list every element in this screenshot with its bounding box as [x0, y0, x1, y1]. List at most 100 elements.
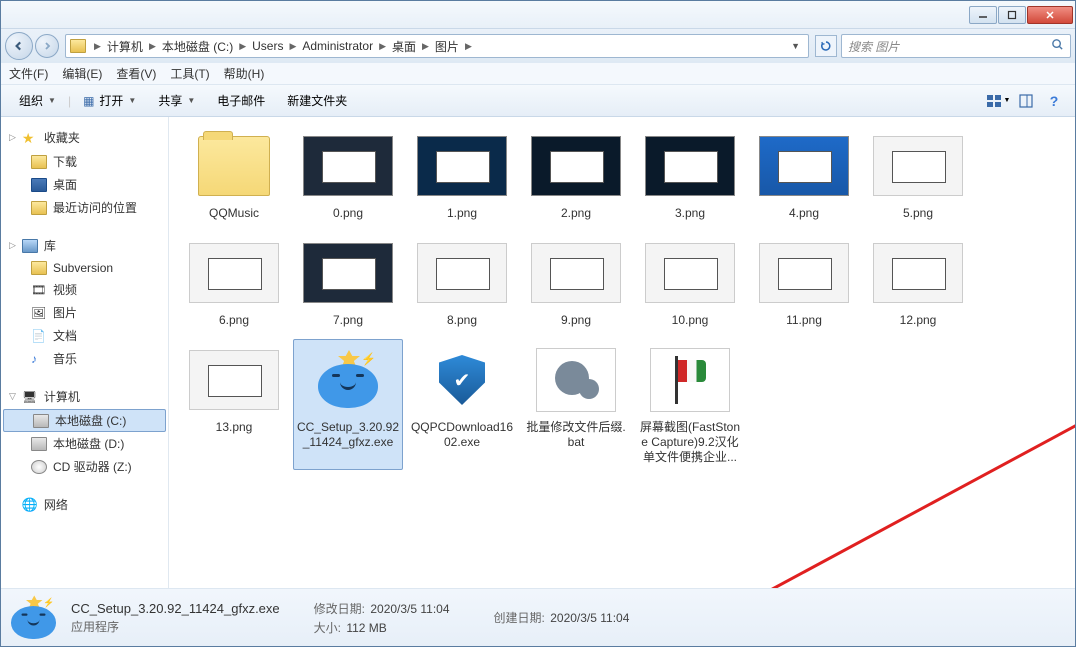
file-item[interactable]: 2.png	[521, 125, 631, 226]
toolbar-open[interactable]: ▦打开▼	[73, 88, 146, 113]
maximize-button[interactable]	[998, 6, 1026, 24]
sidebar-subversion[interactable]: Subversion	[1, 258, 168, 278]
close-button[interactable]	[1027, 6, 1073, 24]
details-filename: CC_Setup_3.20.92_11424_gfxz.exe	[71, 601, 280, 616]
breadcrumb-administrator[interactable]: Administrator	[300, 39, 375, 53]
sidebar-videos[interactable]: 🎞视频	[1, 278, 168, 301]
details-modified: 2020/3/5 11:04	[370, 602, 449, 616]
file-item[interactable]: 1.png	[407, 125, 517, 226]
sidebar-computer-header[interactable]: ▽🖥计算机	[1, 384, 168, 409]
folder-icon	[31, 261, 47, 275]
sidebar-drive-c[interactable]: 本地磁盘 (C:)	[3, 409, 166, 432]
cd-icon	[31, 460, 47, 474]
file-thumbnail	[756, 130, 852, 202]
file-thumbnail	[300, 237, 396, 309]
address-bar[interactable]: ▶ 计算机▶ 本地磁盘 (C:)▶ Users▶ Administrator▶ …	[65, 34, 809, 58]
nav-buttons	[5, 32, 61, 60]
file-item[interactable]: 6.png	[179, 232, 289, 333]
toolbar-email[interactable]: 电子邮件	[207, 88, 275, 113]
file-item[interactable]: 0.png	[293, 125, 403, 226]
sidebar-network-header[interactable]: ▷🌐网络	[1, 492, 168, 517]
file-label: 9.png	[561, 313, 591, 328]
sidebar-drive-cd[interactable]: CD 驱动器 (Z:)	[1, 455, 168, 478]
file-item[interactable]: QQMusic	[179, 125, 289, 226]
help-button[interactable]: ?	[1041, 89, 1067, 113]
breadcrumb-users[interactable]: Users	[250, 39, 285, 53]
file-item[interactable]: 9.png	[521, 232, 631, 333]
menubar: 文件(F) 编辑(E) 查看(V) 工具(T) 帮助(H)	[1, 63, 1075, 85]
breadcrumb-pictures[interactable]: 图片	[433, 38, 461, 55]
file-label: 12.png	[900, 313, 937, 328]
breadcrumb-desktop[interactable]: 桌面	[390, 38, 418, 55]
file-label: 11.png	[786, 313, 822, 328]
toolbar-share[interactable]: 共享▼	[148, 88, 205, 113]
file-label: 批量修改文件后缀.bat	[524, 420, 628, 450]
forward-button[interactable]	[35, 34, 59, 58]
details-pane: ⚡ CC_Setup_3.20.92_11424_gfxz.exe 应用程序 修…	[1, 588, 1075, 646]
file-thumbnail	[186, 237, 282, 309]
search-placeholder: 搜索 图片	[848, 38, 899, 55]
sidebar-drive-d[interactable]: 本地磁盘 (D:)	[1, 432, 168, 455]
video-icon: 🎞	[31, 283, 47, 297]
file-item[interactable]: 3.png	[635, 125, 745, 226]
sidebar: ▷★收藏夹 下载 桌面 最近访问的位置 ▷库 Subversion 🎞视频 🖼图…	[1, 117, 169, 588]
file-item[interactable]: 7.png	[293, 232, 403, 333]
file-item[interactable]: 屏幕截图(FastStone Capture)9.2汉化单文件便携企业...	[635, 339, 745, 470]
chevron-down-icon[interactable]: ▼	[787, 41, 804, 51]
sidebar-downloads[interactable]: 下载	[1, 150, 168, 173]
toolbar: 组织▼ | ▦打开▼ 共享▼ 电子邮件 新建文件夹 ▼ ?	[1, 85, 1075, 117]
sidebar-favorites-header[interactable]: ▷★收藏夹	[1, 125, 168, 150]
file-thumbnail	[300, 130, 396, 202]
menu-edit[interactable]: 编辑(E)	[62, 65, 102, 82]
content-area[interactable]: QQMusic0.png 1.png 2.png3.png4.png5.png 6.p…	[169, 117, 1075, 588]
details-created-label: 创建日期:	[494, 611, 545, 625]
toolbar-new-folder[interactable]: 新建文件夹	[277, 88, 357, 113]
sidebar-libraries-header[interactable]: ▷库	[1, 233, 168, 258]
file-label: 屏幕截图(FastStone Capture)9.2汉化单文件便携企业...	[638, 420, 742, 465]
breadcrumb-drive-c[interactable]: 本地磁盘 (C:)	[160, 38, 235, 55]
open-icon: ▦	[83, 94, 94, 108]
library-icon	[22, 239, 38, 253]
file-item[interactable]: 11.png	[749, 232, 859, 333]
search-input[interactable]: 搜索 图片	[841, 34, 1071, 58]
computer-icon: 🖥	[22, 390, 38, 404]
file-thumbnail	[528, 130, 624, 202]
menu-tools[interactable]: 工具(T)	[170, 65, 209, 82]
minimize-button[interactable]	[969, 6, 997, 24]
toolbar-organize[interactable]: 组织▼	[9, 88, 66, 113]
sidebar-recent[interactable]: 最近访问的位置	[1, 196, 168, 219]
file-thumbnail	[186, 344, 282, 416]
sidebar-music[interactable]: ♪音乐	[1, 347, 168, 370]
drive-icon	[33, 414, 49, 428]
file-thumbnail	[870, 130, 966, 202]
file-item[interactable]: ⚡CC_Setup_3.20.92_11424_gfxz.exe	[293, 339, 403, 470]
file-item[interactable]: 4.png	[749, 125, 859, 226]
file-label: 10.png	[672, 313, 709, 328]
sidebar-pictures[interactable]: 🖼图片	[1, 301, 168, 324]
star-icon: ★	[22, 131, 38, 145]
desktop-icon	[31, 178, 47, 192]
back-button[interactable]	[5, 32, 33, 60]
document-icon: 📄	[31, 329, 47, 343]
file-item[interactable]: 12.png	[863, 232, 973, 333]
breadcrumb-computer[interactable]: 计算机	[105, 38, 145, 55]
file-item[interactable]: 13.png	[179, 339, 289, 470]
file-item[interactable]: 8.png	[407, 232, 517, 333]
file-item[interactable]: 10.png	[635, 232, 745, 333]
details-filetype: 应用程序	[71, 618, 280, 635]
sidebar-documents[interactable]: 📄文档	[1, 324, 168, 347]
file-label: 1.png	[447, 206, 477, 221]
file-item[interactable]: 5.png	[863, 125, 973, 226]
details-created: 2020/3/5 11:04	[550, 611, 629, 625]
preview-pane-button[interactable]	[1013, 89, 1039, 113]
menu-view[interactable]: 查看(V)	[116, 65, 156, 82]
file-item[interactable]: 批量修改文件后缀.bat	[521, 339, 631, 470]
view-options-button[interactable]: ▼	[985, 89, 1011, 113]
file-item[interactable]: ✔QQPCDownload1602.exe	[407, 339, 517, 470]
file-label: QQPCDownload1602.exe	[410, 420, 514, 450]
refresh-button[interactable]	[815, 35, 837, 57]
menu-help[interactable]: 帮助(H)	[224, 65, 265, 82]
sidebar-desktop[interactable]: 桌面	[1, 173, 168, 196]
file-label: CC_Setup_3.20.92_11424_gfxz.exe	[296, 420, 400, 450]
menu-file[interactable]: 文件(F)	[9, 65, 48, 82]
